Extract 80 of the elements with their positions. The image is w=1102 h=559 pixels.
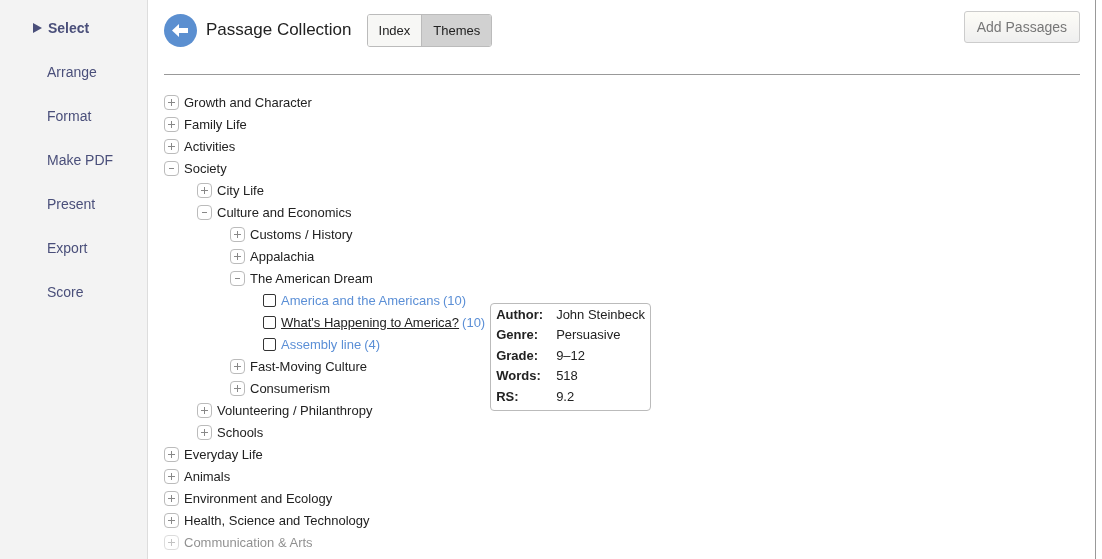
expand-toggle[interactable]: [230, 248, 245, 264]
topic-label[interactable]: Schools: [217, 424, 264, 440]
topic-label[interactable]: City Life: [217, 182, 264, 198]
tooltip-label: Words:: [496, 367, 542, 385]
plus-icon: [167, 537, 176, 547]
expand-toggle[interactable]: [197, 182, 212, 198]
plus-icon: [167, 471, 176, 481]
plus-icon: [167, 515, 176, 525]
expand-toggle[interactable]: [197, 402, 212, 418]
collapse-toggle[interactable]: [230, 270, 245, 286]
plus-icon: [233, 251, 242, 261]
sidebar-item[interactable]: Select: [0, 17, 147, 39]
topic-label[interactable]: Society: [184, 160, 227, 176]
page-title: Passage Collection: [206, 20, 352, 40]
sidebar-item[interactable]: Score: [0, 281, 147, 303]
expand-toggle[interactable]: [164, 512, 179, 528]
topic-label[interactable]: Appalachia: [250, 248, 315, 264]
topic-label[interactable]: Fast-Moving Culture: [250, 358, 368, 374]
collapse-toggle[interactable]: [197, 204, 212, 220]
plus-icon: [167, 493, 176, 503]
triangle-icon: [33, 23, 42, 33]
tooltip-value: John Steinbeck: [556, 305, 646, 324]
topic-label[interactable]: Customs / History: [250, 226, 353, 242]
tooltip-value: 9.2: [556, 387, 576, 406]
plus-icon: [167, 97, 176, 107]
passage-count: (10): [462, 314, 486, 330]
plus-icon: [200, 185, 209, 195]
expand-toggle[interactable]: [230, 358, 245, 374]
view-tab[interactable]: Index: [367, 14, 422, 46]
checkbox[interactable]: [263, 337, 276, 351]
tooltip-label: Genre:: [496, 326, 540, 344]
sidebar-item[interactable]: Make PDF: [0, 149, 147, 171]
sidebar-item[interactable]: Present: [0, 193, 147, 215]
topic-label[interactable]: Environment and Ecology: [184, 490, 333, 506]
plus-icon: [200, 427, 209, 437]
expand-toggle[interactable]: [164, 138, 179, 154]
tooltip-label: Author:: [496, 305, 544, 324]
plus-icon: [200, 405, 209, 415]
plus-icon: [233, 361, 242, 371]
passage-link[interactable]: America and the Americans: [281, 292, 440, 308]
topic-label[interactable]: Consumerism: [250, 380, 331, 396]
sidebar-item[interactable]: Format: [0, 105, 147, 127]
plus-icon: [233, 229, 242, 239]
topic-label[interactable]: Activities: [184, 138, 236, 154]
checkbox[interactable]: [263, 315, 276, 329]
add-passages-button[interactable]: Add Passages: [963, 11, 1080, 43]
topic-label[interactable]: Health, Science and Technology: [184, 512, 370, 528]
tooltip-value: 9–12: [556, 346, 587, 365]
expand-toggle[interactable]: [164, 490, 179, 506]
expand-toggle[interactable]: [230, 380, 245, 396]
sidebar-item[interactable]: Export: [0, 237, 147, 259]
expand-toggle[interactable]: [197, 424, 212, 440]
plus-icon: [167, 141, 176, 151]
plus-icon: [167, 119, 176, 129]
passage-count: (10): [442, 292, 467, 308]
expand-toggle[interactable]: [164, 94, 179, 110]
topic-label[interactable]: Family Life: [184, 116, 247, 132]
expand-toggle[interactable]: [164, 446, 179, 462]
sidebar-item[interactable]: Arrange: [0, 61, 147, 83]
expand-toggle[interactable]: [230, 226, 245, 242]
expand-toggle[interactable]: [164, 468, 179, 484]
view-tab[interactable]: Themes: [421, 14, 492, 46]
plus-icon: [167, 449, 176, 459]
passage-count: (4): [364, 336, 381, 352]
topic-label[interactable]: Culture and Economics: [217, 204, 352, 220]
tooltip-label: RS:: [496, 387, 520, 406]
checkbox[interactable]: [263, 293, 276, 307]
tooltip-value: 518: [556, 367, 579, 385]
tooltip-value: Persuasive: [556, 326, 622, 344]
collapse-toggle[interactable]: [164, 160, 179, 176]
expand-toggle[interactable]: [164, 534, 179, 550]
expand-toggle[interactable]: [164, 116, 179, 132]
topic-label[interactable]: Everyday Life: [184, 446, 263, 462]
topic-label[interactable]: Animals: [184, 468, 231, 484]
topic-label[interactable]: Growth and Character: [184, 94, 312, 110]
topic-label[interactable]: The American Dream: [250, 270, 373, 286]
tooltip-label: Grade:: [496, 346, 540, 365]
plus-icon: [233, 383, 242, 393]
topic-label[interactable]: Volunteering / Philanthropy: [217, 402, 373, 418]
passage-link[interactable]: What's Happening to America?: [281, 314, 460, 330]
